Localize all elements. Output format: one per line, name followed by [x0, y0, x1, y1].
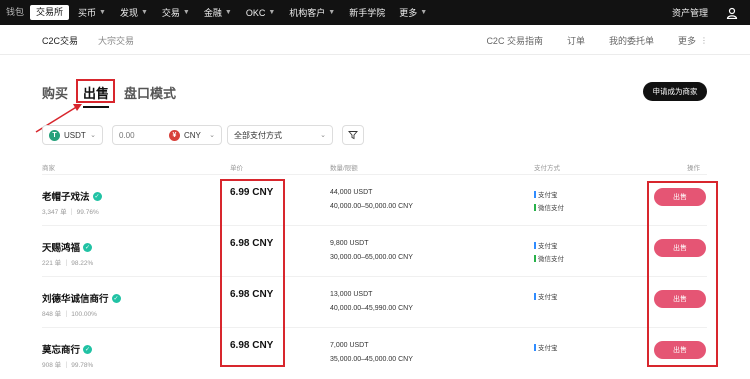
tab-c2c[interactable]: C2C交易 — [42, 34, 78, 47]
chevron-down-icon: ▼ — [182, 9, 190, 16]
payment-method: 支付宝 — [534, 189, 558, 199]
amount-input[interactable] — [119, 130, 169, 140]
nav-item-buy-crypto[interactable]: 买币 ▼ — [78, 6, 106, 19]
verified-icon: ✓ — [83, 242, 93, 252]
mode-wallet-tab[interactable]: 钱包 — [0, 5, 30, 20]
apply-merchant-button[interactable]: 申请成为商家 — [643, 82, 707, 101]
user-icon[interactable] — [726, 7, 738, 19]
table-row: 老帽子戏法 ✓ 3,347 单 ｜ 99.76% 6.99 CNY 44,000 … — [42, 176, 707, 226]
header-payment: 支付方式 — [534, 165, 560, 172]
main-nav: 买币 ▼ 发现 ▼ 交易 ▼ 金融 ▼ OKC ▼ 机构客户 ▼ 新手学院 更多 ▼ — [78, 0, 441, 25]
table-row: 天赐鸿福 ✓ 221 单 ｜ 98.22% 6.98 CNY 9,800 USDT… — [42, 227, 707, 277]
mode-exchange-tab[interactable]: 交易所 — [30, 5, 70, 20]
nav-item-academy[interactable]: 新手学院 — [349, 6, 385, 19]
header-quantity-limit: 数量/限额 — [330, 165, 358, 172]
asset-management-link[interactable]: 资产管理 — [672, 6, 708, 19]
merchant-stats: 221 单 ｜ 98.22% — [42, 260, 94, 267]
order-limits: 40,000.00–45,990.00 CNY — [330, 305, 413, 312]
tab-buy[interactable]: 购买 — [42, 83, 68, 102]
table-row: 莫忘商行 ✓ 908 单 ｜ 99.78% 6.98 CNY 7,000 USDT… — [42, 329, 707, 379]
nav-item-discover[interactable]: 发现 ▼ — [120, 6, 148, 19]
verified-icon: ✓ — [111, 293, 121, 303]
merchant-name[interactable]: 天赐鸿福 ✓ — [42, 240, 93, 254]
available-quantity: 7,000 USDT — [330, 342, 369, 349]
orders-link[interactable]: 订单 — [567, 34, 585, 47]
alipay-icon — [534, 292, 536, 300]
alipay-icon — [534, 343, 536, 351]
chevron-down-icon: ▼ — [420, 9, 428, 16]
chevron-down-icon: ▼ — [328, 9, 336, 16]
payment-method: 支付宝 — [534, 342, 558, 352]
header-merchant: 商家 — [42, 165, 55, 172]
tab-block-trade[interactable]: 大宗交易 — [98, 34, 134, 47]
c2c-guide-link[interactable]: C2C 交易指南 — [486, 34, 543, 47]
more-dots-icon: ⋮ — [700, 35, 708, 45]
payment-method: 支付宝 — [534, 291, 558, 301]
payment-select[interactable]: 全部支付方式 ⌄ — [227, 125, 333, 145]
merchant-stats: 848 单 ｜ 100.00% — [42, 311, 97, 318]
nav-item-trade[interactable]: 交易 ▼ — [162, 6, 190, 19]
trade-mode-tabs: 购买 出售 盘口模式 — [42, 80, 191, 108]
nav-item-finance[interactable]: 金融 ▼ — [204, 6, 232, 19]
nav-item-institutional[interactable]: 机构客户 ▼ — [289, 6, 335, 19]
order-limits: 30,000.00–65,000.00 CNY — [330, 254, 413, 261]
currency-select[interactable]: CNY — [184, 131, 201, 140]
sub-navbar: C2C交易 大宗交易 C2C 交易指南 订单 我的委托单 更多 ⋮ — [0, 25, 750, 55]
sell-column-highlight — [647, 181, 718, 367]
header-price: 单价 — [230, 165, 243, 172]
available-quantity: 13,000 USDT — [330, 291, 373, 298]
available-quantity: 44,000 USDT — [330, 189, 373, 196]
payment-method: 微信支付 — [534, 253, 564, 263]
my-ads-link[interactable]: 我的委托单 — [609, 34, 654, 47]
tab-orderbook-mode[interactable]: 盘口模式 — [124, 83, 176, 102]
chevron-down-icon: ▼ — [224, 9, 232, 16]
chevron-down-icon: ▼ — [140, 9, 148, 16]
top-navbar: 钱包 交易所 买币 ▼ 发现 ▼ 交易 ▼ 金融 ▼ OKC ▼ 机构客户 ▼ 新手学院 更… — [0, 0, 750, 25]
header-action: 操作 — [687, 165, 700, 172]
order-limits: 35,000.00–45,000.00 CNY — [330, 356, 413, 363]
merchant-stats: 908 单 ｜ 99.78% — [42, 362, 94, 369]
chevron-down-icon: ⌄ — [209, 132, 215, 139]
merchant-stats: 3,347 单 ｜ 99.76% — [42, 209, 99, 216]
chevron-down-icon: ▼ — [268, 9, 276, 16]
filter-button[interactable] — [342, 125, 364, 145]
top-right-actions: 资产管理 — [672, 0, 738, 25]
payment-method: 支付宝 — [534, 240, 558, 250]
cny-icon: ¥ — [169, 129, 180, 141]
payment-method: 微信支付 — [534, 202, 564, 212]
verified-icon: ✓ — [92, 191, 102, 201]
mode-switch: 钱包 交易所 — [0, 5, 70, 20]
merchant-name[interactable]: 莫忘商行 ✓ — [42, 342, 93, 356]
usdt-icon: T — [49, 129, 60, 141]
nav-item-more[interactable]: 更多 ▼ — [399, 6, 427, 19]
alipay-icon — [534, 241, 536, 249]
sub-tabs: C2C交易 大宗交易 — [42, 25, 154, 55]
merchant-name[interactable]: 刘德华诚信商行 ✓ — [42, 291, 121, 305]
chevron-down-icon: ▼ — [99, 9, 106, 16]
alipay-icon — [534, 190, 536, 198]
table-header: 商家 单价 数量/限额 支付方式 操作 — [42, 160, 707, 175]
chevron-down-icon: ⌄ — [90, 132, 96, 139]
wechat-pay-icon — [534, 254, 536, 262]
table-row: 刘德华诚信商行 ✓ 848 单 ｜ 100.00% 6.98 CNY 13,000… — [42, 278, 707, 328]
merchant-name[interactable]: 老帽子戏法 ✓ — [42, 189, 102, 203]
order-limits: 40,000.00–50,000.00 CNY — [330, 203, 413, 210]
chevron-down-icon: ⌄ — [320, 132, 326, 139]
more-menu[interactable]: 更多 ⋮ — [678, 34, 708, 47]
amount-input-group: ¥ CNY ⌄ — [112, 125, 222, 145]
wechat-pay-icon — [534, 203, 536, 211]
coin-select[interactable]: T USDT ⌄ — [42, 125, 103, 145]
price-column-highlight — [220, 179, 285, 367]
verified-icon: ✓ — [83, 344, 93, 354]
sell-tab-highlight — [76, 79, 115, 103]
sub-right-links: C2C 交易指南 订单 我的委托单 更多 ⋮ — [462, 25, 708, 55]
nav-item-okc[interactable]: OKC ▼ — [246, 8, 275, 18]
filter-icon — [348, 131, 358, 140]
available-quantity: 9,800 USDT — [330, 240, 369, 247]
